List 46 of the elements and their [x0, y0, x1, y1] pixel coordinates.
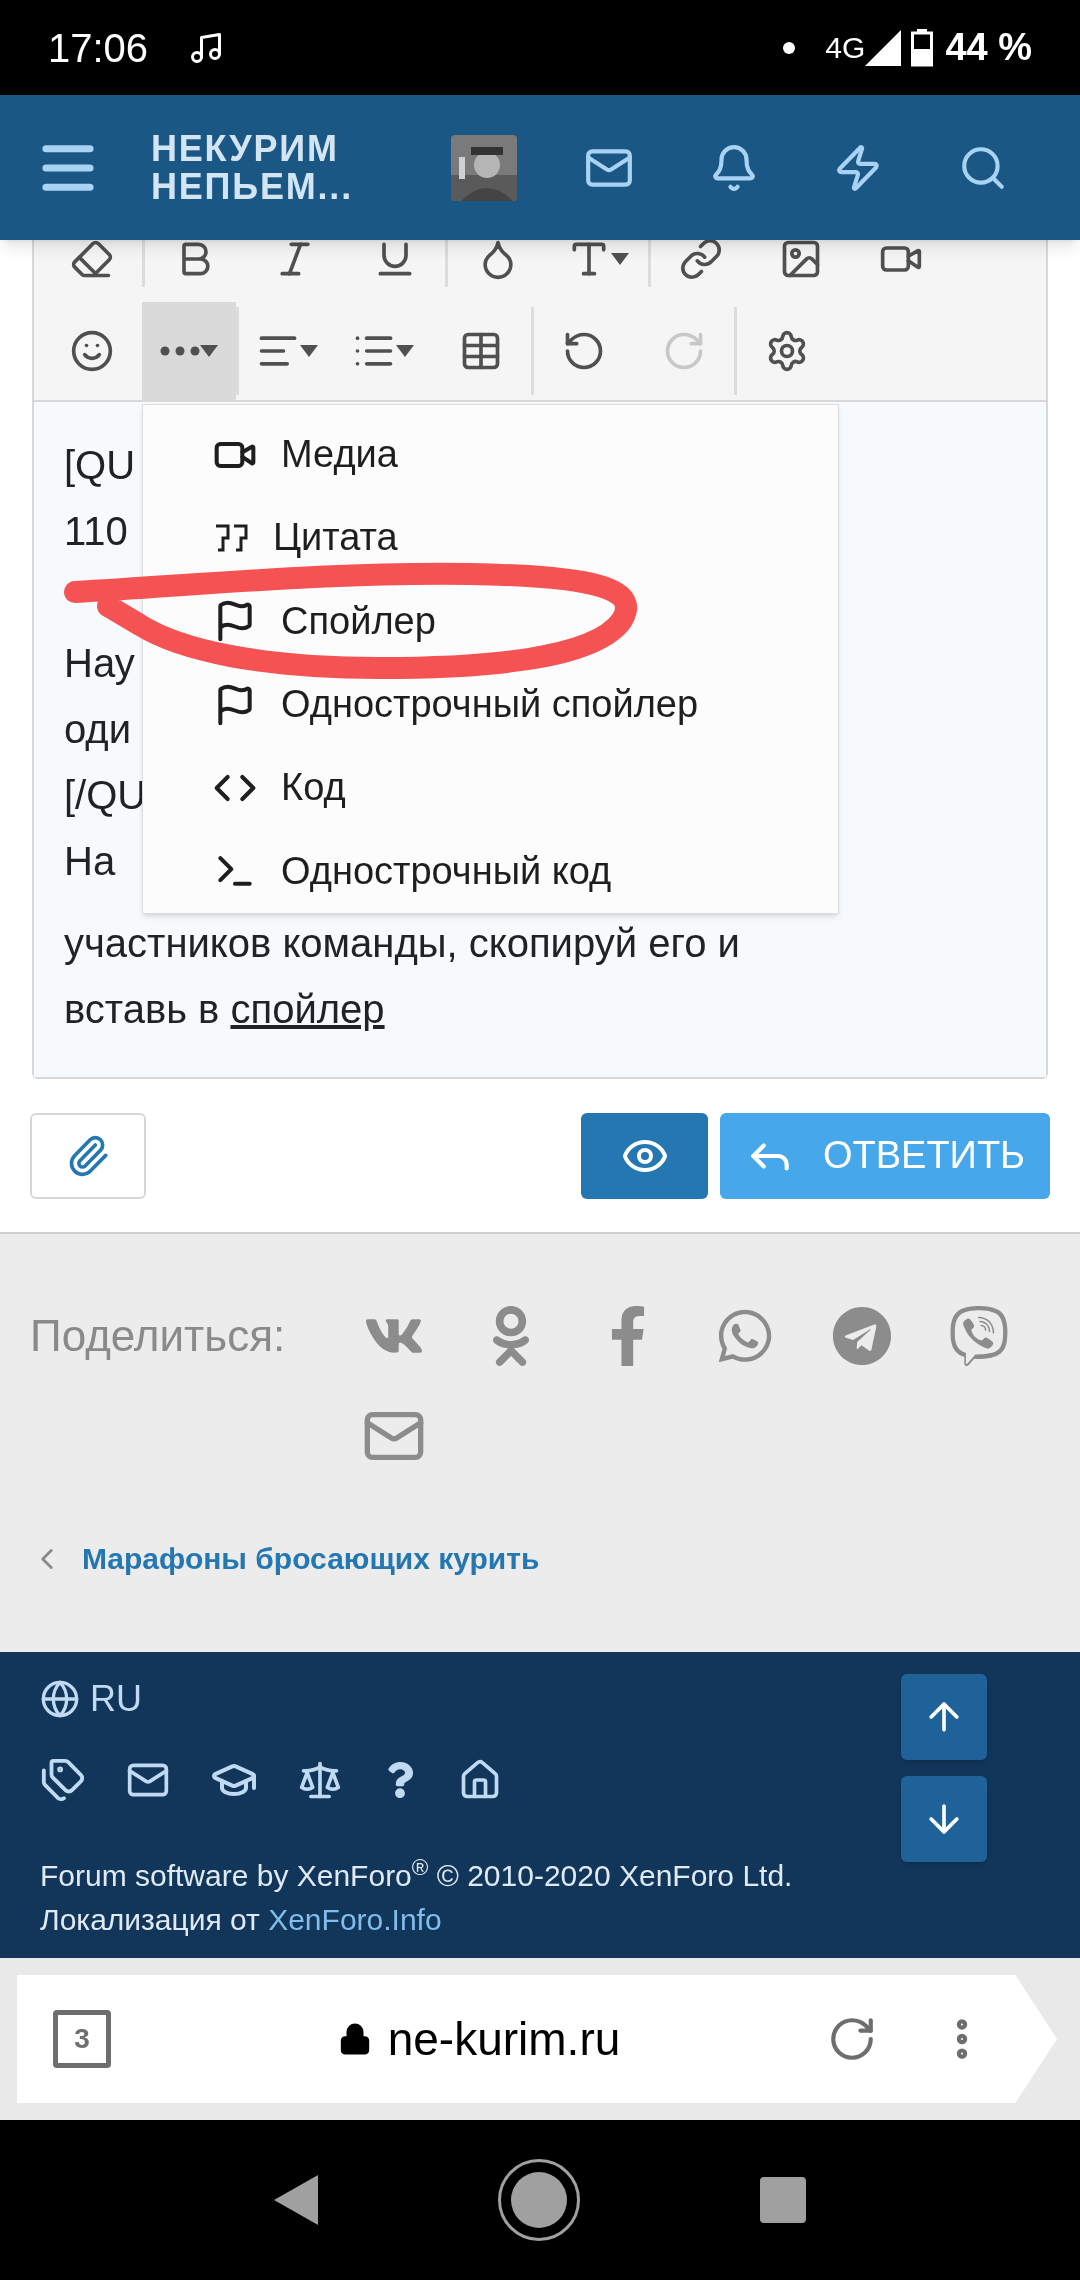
- menu-item[interactable]: Спойлер: [143, 579, 838, 663]
- spoiler-link[interactable]: спойлер: [230, 987, 385, 1031]
- editor-text: [QU: [64, 443, 136, 487]
- editor-text: 110: [64, 509, 128, 553]
- language-selector[interactable]: RU: [40, 1672, 142, 1726]
- tab-count-button[interactable]: 3: [53, 2010, 111, 2068]
- editor-field[interactable]: Медиа Цитата Спойлер Однострочный спойлер Код Однострочный код [QU 110 Нау оди [/QU На участников команды, скопируй его и вставь в спойлер: [34, 402, 1046, 1077]
- preview-button[interactable]: [581, 1112, 708, 1199]
- caret-icon: [396, 345, 414, 357]
- quote-icon: [213, 523, 249, 553]
- menu-item[interactable]: Цитата: [143, 496, 838, 580]
- clock: 17:06: [48, 24, 149, 72]
- back-icon[interactable]: [274, 2175, 318, 2225]
- dots-icon: [160, 346, 200, 356]
- editor-text: участников команды, скопируй его и: [64, 921, 740, 965]
- signal-icon: [865, 29, 902, 66]
- network-type: 4G: [825, 30, 866, 66]
- caret-icon: [611, 253, 629, 265]
- editor-text: На: [64, 839, 116, 883]
- scroll-down-button[interactable]: [901, 1776, 987, 1862]
- telegram-icon[interactable]: [831, 1306, 892, 1366]
- localization-text: Локализация от: [40, 1903, 261, 1936]
- attach-button[interactable]: [30, 1112, 146, 1199]
- editor-text: вставь в: [64, 987, 221, 1031]
- home-button-icon[interactable]: [498, 2159, 580, 2241]
- editor-text: оди: [64, 707, 132, 751]
- site-logo-line[interactable]: НЕКУРИМ: [151, 129, 353, 168]
- battery-level: 44 %: [945, 25, 1032, 70]
- more-button[interactable]: [142, 302, 236, 400]
- globe-icon: [40, 1679, 80, 1719]
- breadcrumb-link[interactable]: Марафоны бросающих курить: [82, 1536, 540, 1581]
- menu-item[interactable]: Медиа: [143, 413, 838, 497]
- caret-icon: [300, 345, 318, 357]
- battery-icon: [911, 28, 934, 67]
- menu-item[interactable]: Однострочный код: [143, 829, 838, 913]
- tags-icon[interactable]: [40, 1757, 86, 1803]
- scroll-up-button[interactable]: [901, 1674, 987, 1760]
- copyright-text: Forum software by XenForo$^{®}$ © 2010-2020 XenForo Ltd.: [40, 1854, 794, 1894]
- xenforo-info-link[interactable]: XenForo.Info: [268, 1903, 442, 1936]
- menu-item[interactable]: Однострочный спойлер: [143, 663, 838, 747]
- share-label: Поделиться:: [30, 1310, 287, 1362]
- viber-icon[interactable]: [948, 1306, 1009, 1366]
- caret-icon: [200, 345, 218, 357]
- site-logo-line[interactable]: НЕПЬЕМ...: [151, 167, 353, 206]
- editor-text: Нау: [64, 641, 135, 685]
- url-text[interactable]: ne-kurim.ru: [387, 2004, 621, 2074]
